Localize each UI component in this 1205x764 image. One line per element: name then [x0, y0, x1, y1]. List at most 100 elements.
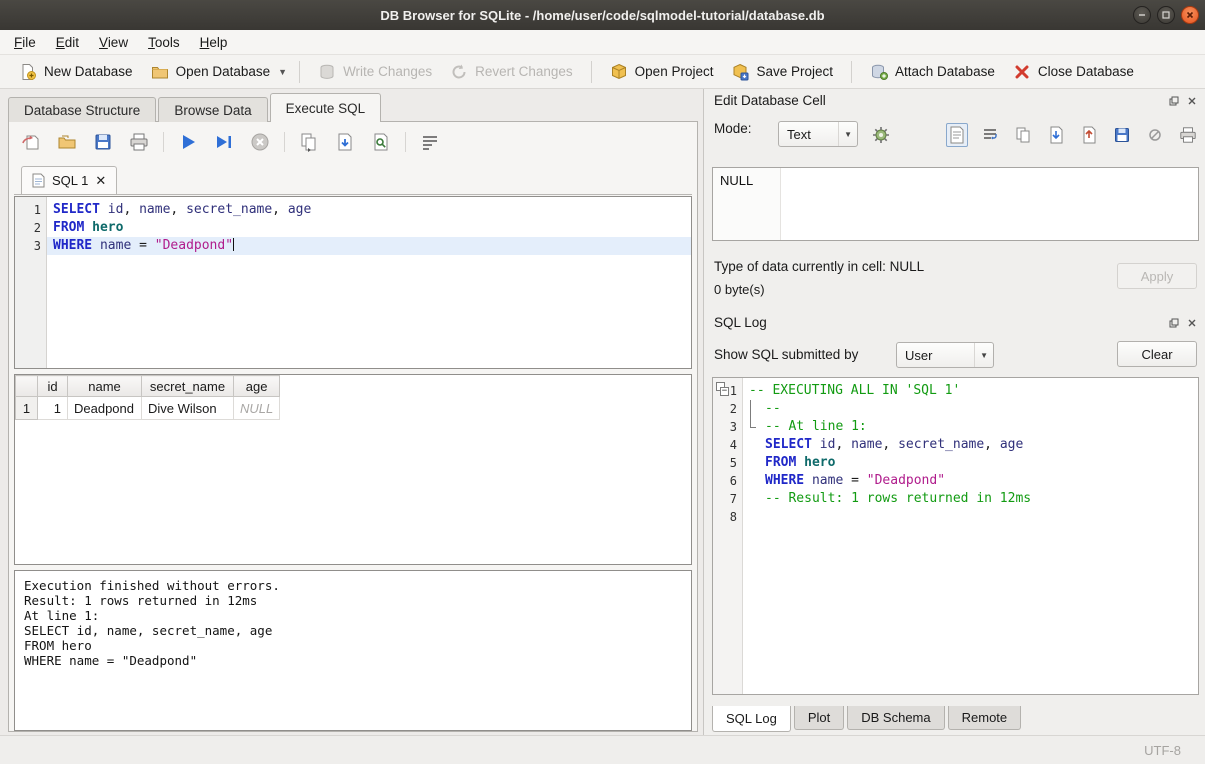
word-wrap-cell-button[interactable]	[979, 123, 1001, 147]
execute-all-button[interactable]	[176, 130, 200, 154]
code-line[interactable]: 8	[713, 508, 1198, 526]
code-line[interactable]: 2--	[713, 400, 1198, 418]
results-cell[interactable]: NULL	[234, 397, 280, 420]
menu-edit[interactable]: Edit	[46, 32, 89, 53]
apply-button[interactable]: Apply	[1117, 263, 1197, 289]
copy-cell-button[interactable]	[1012, 123, 1034, 147]
main-toolbar: New Database Open Database ▼ Write Chang…	[0, 55, 1205, 89]
word-wrap-button[interactable]	[418, 130, 442, 154]
sql-editor[interactable]: 1SELECT id, name, secret_name, age2FROM …	[14, 196, 692, 369]
open-database-button[interactable]: Open Database	[142, 59, 280, 85]
save-cell-button[interactable]	[1111, 123, 1133, 147]
toolbar-separator	[591, 61, 592, 83]
print-cell-button[interactable]	[1177, 123, 1199, 147]
close-panel-icon[interactable]	[1186, 95, 1198, 107]
revert-changes-button[interactable]: Revert Changes	[441, 59, 582, 85]
results-cell[interactable]: 1	[38, 397, 68, 420]
print-icon	[129, 132, 149, 152]
close-database-icon	[1013, 63, 1031, 81]
sql-tab[interactable]: SQL 1 ✕	[21, 166, 117, 194]
open-database-dropdown-icon[interactable]: ▼	[275, 63, 290, 81]
messages-pane[interactable]: Execution finished without errors.Result…	[14, 570, 692, 731]
print-sql-button[interactable]	[127, 130, 151, 154]
maximize-button[interactable]	[1157, 6, 1175, 24]
results-column-header[interactable]: age	[234, 376, 280, 397]
auto-switch-mode-button[interactable]	[868, 122, 894, 148]
log-filter-select[interactable]: User ▼	[896, 342, 994, 368]
results-column-header[interactable]: id	[38, 376, 68, 397]
menu-file[interactable]: File	[4, 32, 46, 53]
code-line[interactable]: 6WHERE name = "Deadpond"	[713, 472, 1198, 490]
title-bar[interactable]: DB Browser for SQLite - /home/user/code/…	[0, 0, 1205, 30]
save-results-button[interactable]	[333, 130, 357, 154]
undock-panel-icon[interactable]	[1168, 317, 1180, 329]
close-tab-icon[interactable]: ✕	[95, 173, 106, 189]
toolbar-separator	[405, 132, 406, 152]
execute-all-icon	[178, 132, 198, 152]
results-pane[interactable]: idnamesecret_nameage11DeadpondDive Wilso…	[14, 374, 692, 565]
code-line[interactable]: 2FROM hero	[15, 219, 691, 237]
tab-browse-data[interactable]: Browse Data	[158, 97, 267, 122]
new-sql-tab-button[interactable]	[19, 130, 43, 154]
cell-editor[interactable]: NULL	[712, 167, 1199, 241]
export-cell-button[interactable]	[1078, 123, 1100, 147]
row-number-header[interactable]: 1	[16, 397, 38, 420]
menu-view[interactable]: View	[89, 32, 138, 53]
dock-tab-remote[interactable]: Remote	[948, 706, 1022, 730]
results-column-header[interactable]: name	[68, 376, 142, 397]
code-line[interactable]: 1−-- EXECUTING ALL IN 'SQL 1'	[713, 382, 1198, 400]
encoding-indicator[interactable]: UTF-8	[1144, 743, 1181, 758]
tab-database-structure[interactable]: Database Structure	[8, 97, 156, 122]
attach-database-button[interactable]: Attach Database	[861, 59, 1004, 85]
code-line[interactable]: 3WHERE name = "Deadpond"	[15, 237, 691, 255]
write-changes-button[interactable]: Write Changes	[309, 59, 441, 85]
code-line[interactable]: 3-- At line 1:	[713, 418, 1198, 436]
open-project-button[interactable]: Open Project	[601, 59, 723, 85]
minimize-button[interactable]	[1133, 6, 1151, 24]
save-project-icon	[731, 63, 749, 81]
save-project-button[interactable]: Save Project	[722, 59, 842, 85]
message-line: FROM hero	[24, 638, 682, 653]
cell-value: NULL	[720, 173, 753, 188]
app-window: DB Browser for SQLite - /home/user/code/…	[0, 0, 1205, 764]
stop-execution-button[interactable]	[248, 130, 272, 154]
set-null-button[interactable]	[1144, 123, 1166, 147]
mode-label: Mode:	[714, 121, 752, 136]
mode-select[interactable]: Text ▼	[778, 121, 858, 147]
dock-tab-plot[interactable]: Plot	[794, 706, 844, 730]
close-button[interactable]	[1181, 6, 1199, 24]
stop-icon	[250, 132, 270, 152]
save-sql-file-button[interactable]	[91, 130, 115, 154]
code-line[interactable]: 1SELECT id, name, secret_name, age	[15, 201, 691, 219]
mode-select-value: Text	[787, 127, 811, 142]
results-cell[interactable]: Deadpond	[68, 397, 142, 420]
dock-tab-db-schema[interactable]: DB Schema	[847, 706, 944, 730]
code-line[interactable]: 5FROM hero	[713, 454, 1198, 472]
fold-marker-icon[interactable]: −	[716, 382, 725, 391]
find-replace-button[interactable]	[369, 130, 393, 154]
undock-panel-icon[interactable]	[1168, 95, 1180, 107]
open-sql-file-button[interactable]	[55, 130, 79, 154]
export-results-button[interactable]	[297, 130, 321, 154]
code-line[interactable]: 4SELECT id, name, secret_name, age	[713, 436, 1198, 454]
close-database-button[interactable]: Close Database	[1004, 59, 1143, 85]
menu-help[interactable]: Help	[190, 32, 238, 53]
code-line[interactable]: 7-- Result: 1 rows returned in 12ms	[713, 490, 1198, 508]
sql-log-area[interactable]: 1−-- EXECUTING ALL IN 'SQL 1'2--3-- At l…	[712, 377, 1199, 695]
results-column-header[interactable]: secret_name	[142, 376, 234, 397]
new-database-button[interactable]: New Database	[10, 59, 142, 85]
text-view-button[interactable]	[946, 123, 968, 147]
attach-database-icon	[870, 63, 888, 81]
menu-tools[interactable]: Tools	[138, 32, 190, 53]
results-corner-cell[interactable]	[16, 376, 38, 397]
clear-log-button[interactable]: Clear	[1117, 341, 1197, 367]
import-cell-button[interactable]	[1045, 123, 1067, 147]
tab-execute-sql[interactable]: Execute SQL	[270, 93, 382, 122]
dock-tab-sql-log[interactable]: SQL Log	[712, 706, 791, 732]
line-number: 7	[713, 490, 743, 508]
results-cell[interactable]: Dive Wilson	[142, 397, 234, 420]
cell-mode-row: Mode: Text ▼	[714, 121, 1199, 149]
execute-line-button[interactable]	[212, 130, 236, 154]
close-panel-icon[interactable]	[1186, 317, 1198, 329]
open-sql-file-icon	[57, 132, 77, 152]
